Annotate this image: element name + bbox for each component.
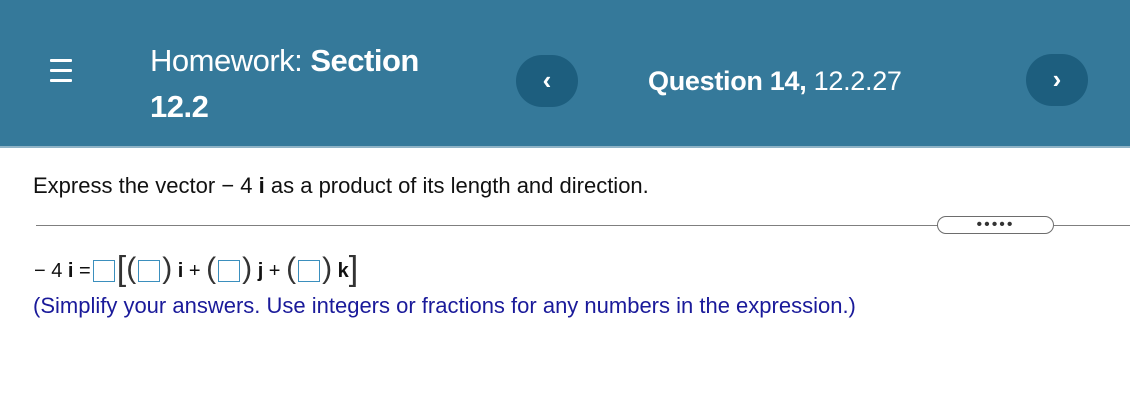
unit-k: k — [337, 259, 349, 282]
paren-close: ) — [242, 252, 253, 285]
question-id: 12.2.27 — [806, 66, 902, 96]
divider — [36, 225, 938, 226]
lhs-coefficient: − 4 — [34, 259, 63, 282]
i-component-input[interactable] — [138, 260, 161, 282]
ellipsis-icon: ••••• — [976, 216, 1015, 233]
plus-sign: + — [183, 259, 201, 282]
k-component-input[interactable] — [298, 260, 321, 282]
paren-close: ) — [162, 252, 173, 285]
length-input[interactable] — [92, 260, 115, 282]
homework-title: Homework: Section 12.2 — [150, 38, 495, 130]
homework-section-label: Section — [310, 43, 419, 78]
menu-icon[interactable] — [50, 58, 72, 84]
header-bar: Homework: Section 12.2 ‹ Question 14, 12… — [0, 0, 1130, 148]
answer-hint: (Simplify your answers. Use integers or … — [33, 293, 856, 318]
bracket-close: ] — [348, 250, 359, 288]
next-question-button[interactable]: › — [1026, 54, 1088, 106]
prompt-text-after: as a product of its length and direction… — [264, 173, 649, 198]
chevron-left-icon: ‹ — [542, 64, 552, 95]
prompt-vector-coefficient: − 4 — [221, 173, 253, 198]
question-title: Question 14, 12.2.27 — [648, 62, 902, 100]
homework-prefix: Homework: — [150, 43, 311, 78]
paren-open: ( — [286, 252, 297, 285]
show-more-button[interactable]: ••••• — [937, 216, 1054, 234]
chevron-right-icon: › — [1052, 63, 1062, 94]
paren-open: ( — [206, 252, 217, 285]
paren-open: ( — [126, 252, 137, 285]
divider — [1054, 225, 1130, 226]
question-prompt: Express the vector − 4 i as a product of… — [33, 170, 649, 202]
prompt-text-before: Express the vector — [33, 173, 222, 198]
equals-sign: = — [73, 259, 91, 282]
bracket-open: [ — [116, 250, 127, 288]
j-component-input[interactable] — [218, 260, 241, 282]
answer-expression: − 4 i = [ ( ) i + ( ) j + ( ) k ] — [34, 252, 358, 290]
plus-sign: + — [263, 259, 281, 282]
homework-section-number: 12.2 — [150, 89, 209, 124]
paren-close: ) — [322, 252, 333, 285]
previous-question-button[interactable]: ‹ — [516, 55, 578, 107]
question-number: Question 14, — [648, 66, 807, 96]
